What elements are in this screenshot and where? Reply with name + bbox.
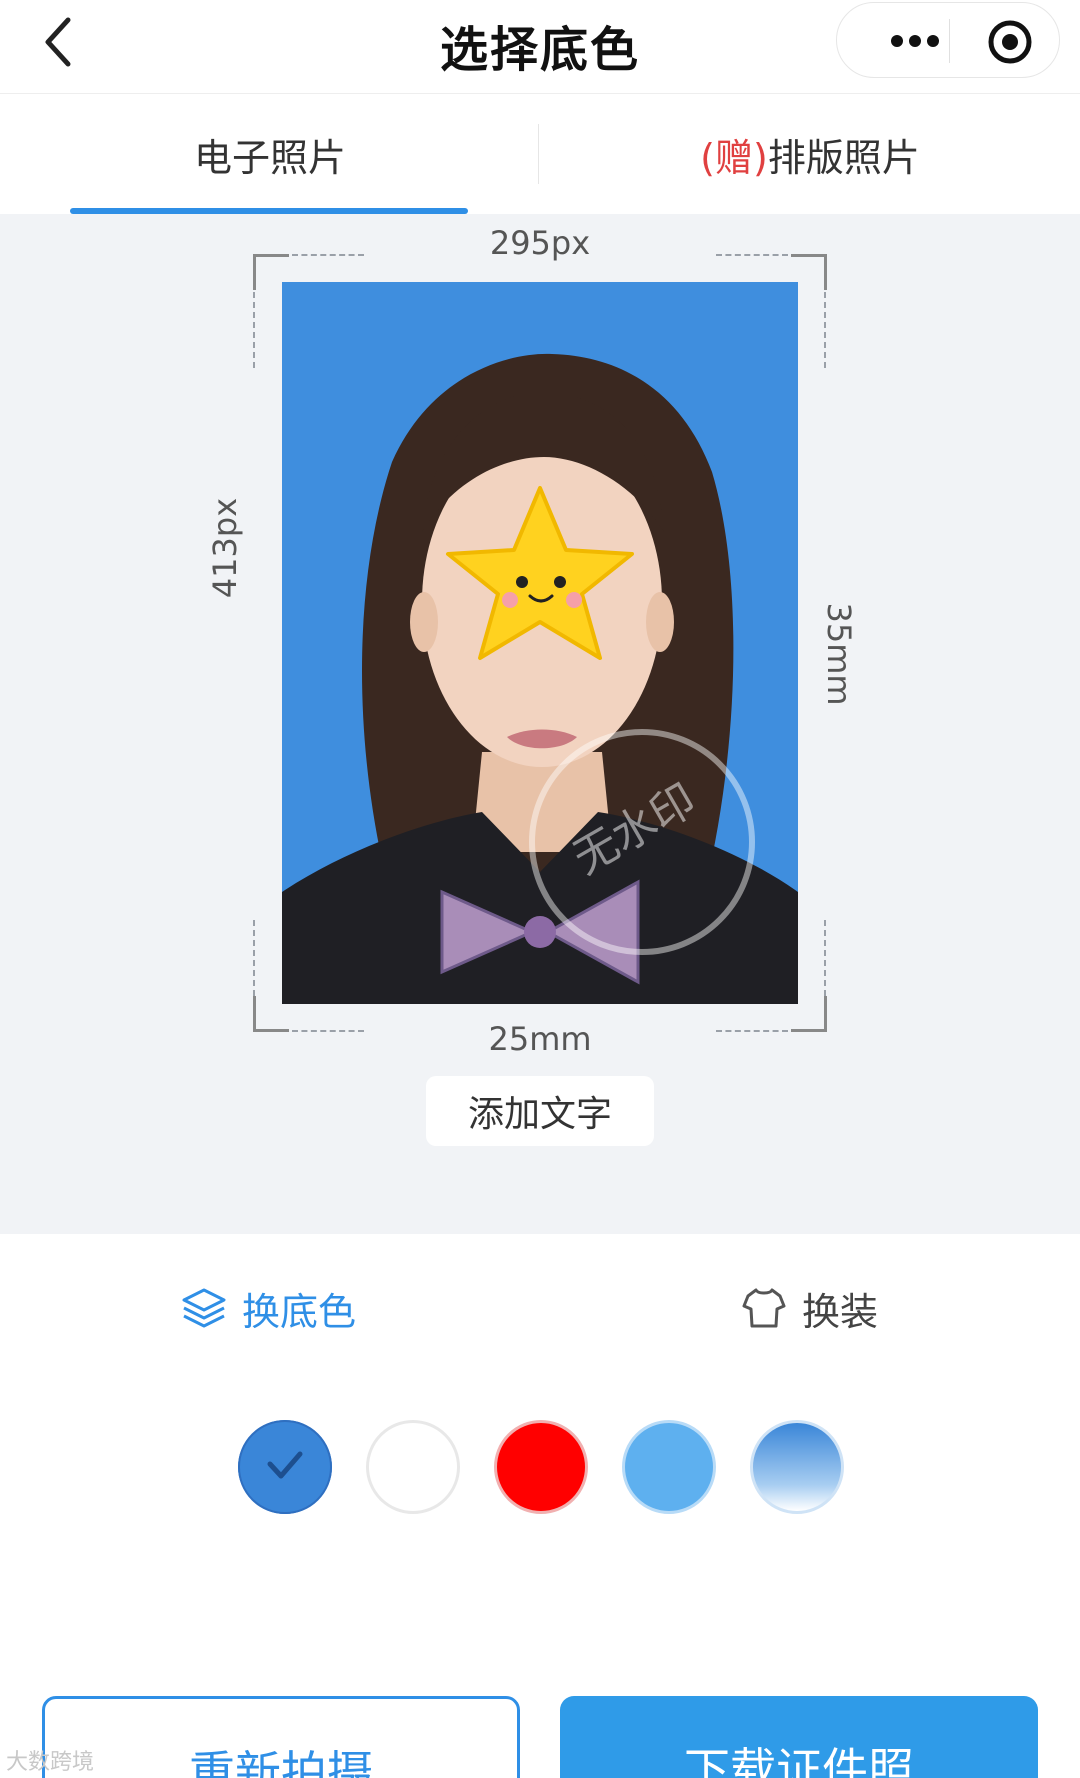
swatch-red[interactable] [494,1420,588,1514]
nav-header: 选择底色 [0,0,1080,94]
check-icon [267,1451,303,1479]
ear-left [410,592,438,652]
tab-electronic-label: 电子照片 [193,135,346,180]
bow-tie-knot [524,916,556,948]
dashed-guide [824,292,826,368]
download-id-photo-button[interactable]: 下载证件照 [560,1696,1038,1778]
height-mm-label: 35mm [820,602,858,706]
background-color-swatches [0,1420,1080,1520]
dashed-guide [253,292,255,368]
tab-electronic-photo[interactable]: 电子照片 [70,94,470,214]
ear-right [646,592,674,652]
dashed-guide [716,254,788,256]
swatch-blue[interactable] [238,1420,332,1514]
change-outfit-tool[interactable]: 换装 [740,1278,878,1338]
star-cheek-left [502,592,518,608]
tab-layout-label: 排版照片 [767,135,920,180]
tab-layout-photo[interactable]: (赠) 排版照片 [540,94,1080,214]
more-dots-icon[interactable] [865,19,965,63]
tab-divider [538,124,539,184]
add-text-button[interactable]: 添加文字 [426,1076,654,1146]
swatch-white[interactable] [366,1420,460,1514]
editing-tools: 换底色 换装 重新拍摄 下载证件照 [0,1234,1080,1778]
width-mm-label: 25mm [488,1020,592,1058]
record-target-icon[interactable] [987,19,1033,65]
source-watermark: 大数跨境 [6,1750,95,1775]
dashed-guide [292,254,364,256]
mini-program-capsule [836,2,1060,78]
change-background-tool[interactable]: 换底色 [180,1278,356,1338]
swatch-light-blue[interactable] [622,1420,716,1514]
shirt-icon [742,1288,786,1328]
retake-button[interactable]: 重新拍摄 [42,1696,520,1778]
dashed-guide [716,1030,788,1032]
dashed-guide [292,1030,364,1032]
swatch-gradient-blue[interactable] [750,1420,844,1514]
capsule-divider [949,19,950,63]
star-cheek-right [566,592,582,608]
width-px-label: 295px [489,224,591,262]
layers-icon [182,1288,226,1328]
height-px-label: 413px [206,497,244,599]
change-outfit-label: 换装 [802,1289,879,1334]
gift-tag: (赠) [700,135,768,180]
dashed-guide [824,920,826,996]
id-photo: 无水印 [282,282,798,1004]
change-background-label: 换底色 [242,1289,357,1334]
star-eye-right [554,576,566,588]
photo-preview-area: 295px 413px 35mm 25mm 无水印 添加文字 [0,214,1080,1234]
star-eye-left [516,576,528,588]
dashed-guide [253,920,255,996]
photo-type-tabs: 电子照片 (赠) 排版照片 [0,94,1080,214]
